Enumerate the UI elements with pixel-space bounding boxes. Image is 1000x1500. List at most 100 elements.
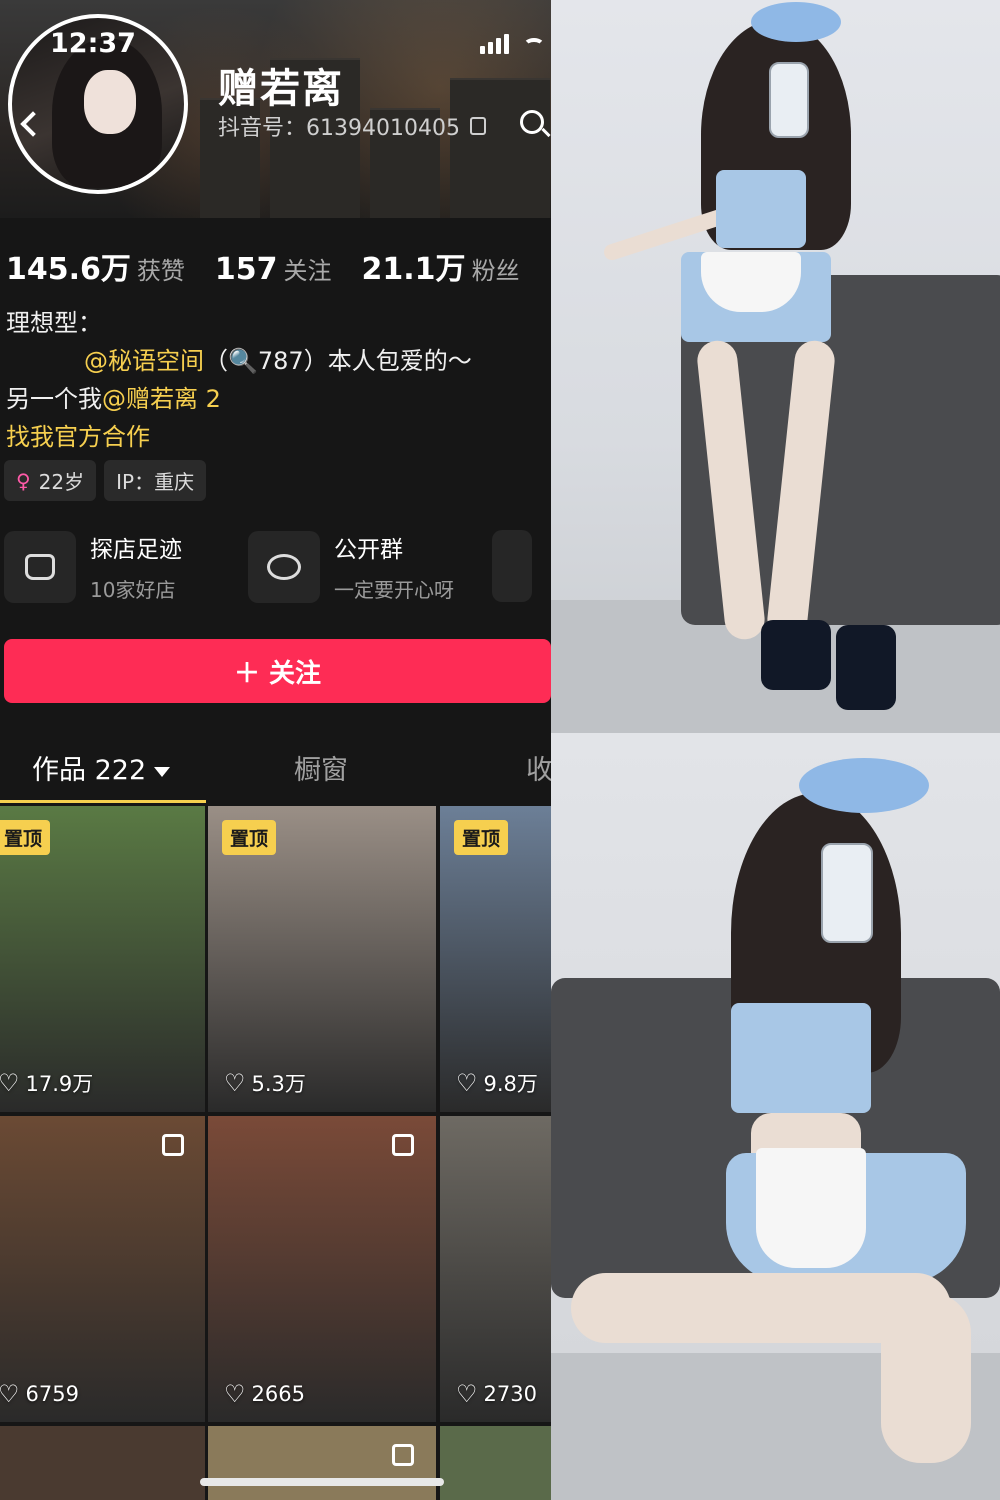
service-title: 公开群 (334, 537, 403, 563)
douyin-id-text: 抖音号：61394010405 (218, 116, 460, 141)
stat-followers[interactable]: 21.1万 粉丝 (362, 244, 520, 288)
figure-apron (701, 252, 801, 312)
wifi-icon (523, 38, 545, 54)
search-icon-handle (541, 127, 551, 138)
profile-tabs: 作品 222 橱窗 收 (0, 740, 551, 803)
bio-line: 理想型： (6, 309, 102, 337)
back-button[interactable] (14, 104, 48, 144)
video-thumbnail[interactable] (0, 1426, 205, 1500)
profile-nickname: 赠若离 (218, 66, 344, 112)
mention-link[interactable]: @秘语空间 (84, 347, 204, 375)
video-likes: ♡ 5.3万 (224, 1068, 306, 1098)
stat-label: 获赞 (136, 257, 185, 285)
stat-number: 21.1万 (361, 252, 466, 287)
pinned-badge: 置顶 (454, 820, 509, 855)
tab-works[interactable]: 作品 222 (32, 748, 171, 787)
avatar-face (84, 70, 136, 134)
video-likes: ♡ 2665 (224, 1380, 305, 1408)
figure-top (716, 170, 806, 248)
active-tab-indicator (0, 800, 206, 803)
video-thumbnail[interactable]: 置顶 ♡ 17.9万 (0, 806, 205, 1112)
video-thumbnail[interactable]: ♡ 6759 (0, 1116, 205, 1422)
chevron-left-icon (20, 111, 46, 137)
tab-collections[interactable]: 收 (526, 748, 551, 787)
likes-count: 2730 (483, 1382, 537, 1406)
multi-image-icon (392, 1444, 414, 1466)
service-entries: 探店足迹 10家好店 公开群一定要开心呀 (4, 530, 551, 603)
female-icon: ♀ (16, 468, 31, 493)
video-likes: ♡ 2730 (456, 1380, 537, 1408)
profile-screen: 12:37 赠若离 抖音号：61394010405 145.6万 获赞 157 关注… (0, 0, 551, 1500)
ip-tag: IP：重庆 (104, 460, 207, 501)
service-more-partial[interactable] (492, 530, 532, 602)
likes-count: 6759 (25, 1382, 79, 1406)
figure-apron (756, 1148, 866, 1268)
hair-bow (751, 2, 841, 42)
multi-image-icon (162, 1134, 184, 1156)
cover-building (450, 78, 550, 218)
follow-button[interactable]: ＋ 关注 (4, 639, 551, 703)
heart-icon: ♡ (456, 1069, 478, 1097)
service-shop-visits[interactable]: 探店足迹 10家好店 (4, 530, 230, 603)
stat-label: 粉丝 (471, 257, 520, 285)
video-likes: ♡ 17.9万 (0, 1068, 93, 1098)
bio-text: （🔍787）本人包爱的～ (204, 347, 472, 375)
likes-count: 9.8万 (483, 1072, 538, 1096)
mention-link[interactable]: @赠若离 2 (102, 385, 221, 413)
ip-text: IP：重庆 (116, 470, 195, 494)
caret-down-icon (154, 766, 171, 777)
heart-icon: ♡ (224, 1069, 246, 1097)
stat-following[interactable]: 157 关注 (215, 251, 332, 287)
hair-bow (799, 758, 929, 813)
age-text: 22岁 (38, 470, 85, 494)
likes-count: 5.3万 (251, 1072, 306, 1096)
heart-icon: ♡ (456, 1380, 478, 1408)
tab-works-label: 作品 222 (32, 755, 147, 786)
figure-shoe (761, 620, 831, 690)
service-title: 探店足迹 (90, 537, 182, 563)
bio-text: 另一个我 (6, 385, 102, 413)
search-icon (520, 110, 544, 134)
video-thumbnail[interactable] (440, 1426, 551, 1500)
video-thumbnail[interactable] (208, 1426, 436, 1500)
douyin-id: 抖音号：61394010405 (218, 110, 486, 142)
group-chat-icon (248, 530, 320, 603)
photo-standing (551, 0, 1000, 733)
shop-icon (4, 530, 76, 603)
video-likes: ♡ 9.8万 (456, 1068, 538, 1098)
pinned-badge: 置顶 (0, 820, 51, 855)
bio-line: @秘语空间（🔍787）本人包爱的～ (6, 342, 472, 380)
stat-likes[interactable]: 145.6万 获赞 (6, 244, 185, 288)
video-thumbnail[interactable]: 置顶 ♡ 5.3万 (208, 806, 436, 1112)
business-cooperation-link[interactable]: 找我官方合作 (6, 418, 472, 456)
status-time: 12:37 (50, 28, 136, 59)
figure-top (731, 1003, 871, 1113)
profile-tags: ♀ 22岁 IP：重庆 (4, 460, 207, 501)
profile-bio: 理想型： @秘语空间（🔍787）本人包爱的～ 另一个我@赠若离 2 找我官方合作 (6, 304, 472, 456)
stat-label: 关注 (283, 257, 332, 285)
video-thumbnail[interactable]: 置顶 ♡ 9.8万 (440, 806, 551, 1112)
heart-icon: ♡ (0, 1380, 20, 1408)
photo-kneeling (551, 733, 1000, 1500)
home-indicator[interactable] (200, 1478, 444, 1486)
likes-count: 2665 (251, 1382, 305, 1406)
copy-icon[interactable] (469, 117, 486, 135)
video-thumbnail[interactable]: ♡ 2665 (208, 1116, 436, 1422)
phone-prop (821, 843, 873, 943)
figure-shoe (836, 625, 896, 710)
video-likes: ♡ 6759 (0, 1380, 79, 1408)
status-icons (480, 34, 545, 54)
age-tag: ♀ 22岁 (4, 460, 97, 501)
figure-leg (881, 1293, 971, 1463)
bio-line: 另一个我@赠若离 2 (6, 380, 472, 418)
search-button[interactable] (518, 108, 551, 142)
video-thumbnail[interactable]: ♡ 2730 (440, 1116, 551, 1422)
signal-icon (480, 34, 509, 54)
service-subtitle: 一定要开心呀 (334, 578, 454, 602)
stat-number: 157 (214, 252, 278, 287)
heart-icon: ♡ (224, 1380, 246, 1408)
service-subtitle: 10家好店 (90, 578, 176, 602)
service-public-group[interactable]: 公开群 一定要开心呀 (248, 530, 474, 603)
phone-prop (769, 62, 809, 138)
tab-showcase[interactable]: 橱窗 (294, 748, 348, 787)
